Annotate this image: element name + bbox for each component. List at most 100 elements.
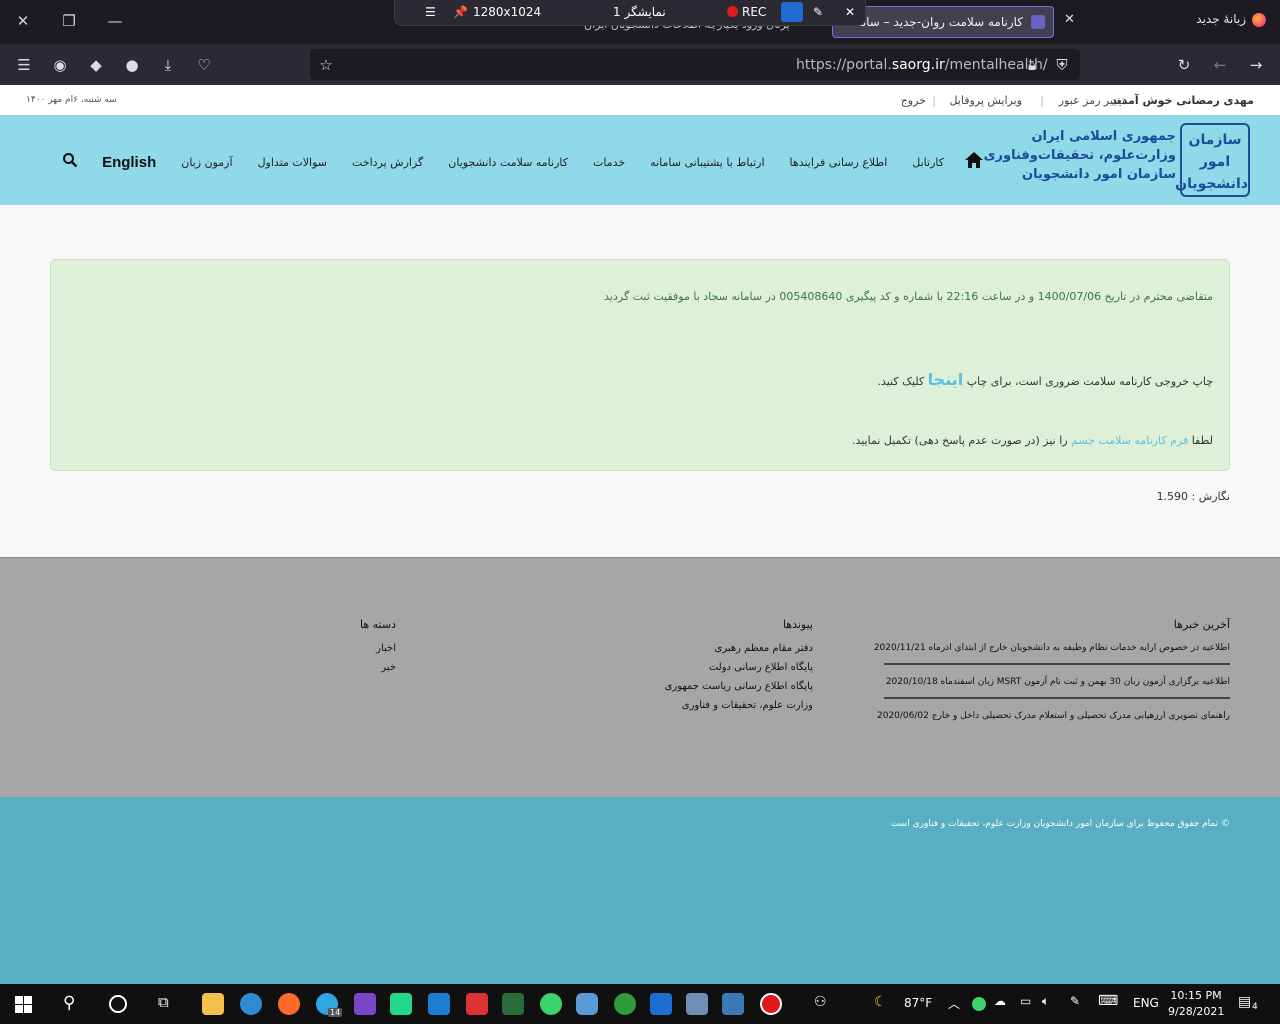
notifications-icon[interactable]: ▤ <box>1238 994 1251 1010</box>
chat-app-icon[interactable] <box>576 993 598 1015</box>
language-indicator[interactable]: ENG <box>1133 996 1159 1010</box>
menu-item-services[interactable]: خدمات <box>593 156 625 169</box>
reload-icon[interactable]: ↻ <box>1174 55 1194 75</box>
shield-app-icon[interactable] <box>650 993 672 1015</box>
menu-item-payment-report[interactable]: گزارش پرداخت <box>352 156 423 169</box>
search-taskbar-icon[interactable]: ⚲ <box>63 993 75 1013</box>
minimize-window-icon[interactable]: — <box>104 10 126 32</box>
categories-column: دسته ها اخبار خبر <box>360 618 396 681</box>
new-tab-title: زبانهٔ جدید <box>1196 12 1246 26</box>
category-link[interactable]: خبر <box>360 662 396 673</box>
app-menu-icon[interactable]: ☰ <box>14 55 34 75</box>
record-icon <box>727 6 738 17</box>
bookmark-star-icon[interactable]: ☆ <box>316 55 336 75</box>
user-bar: مهدی رمضانی خوش آمدید تغییر رمز عبور | و… <box>0 85 1280 115</box>
extension-globe-icon[interactable]: ◆ <box>86 55 106 75</box>
menu-item-language-exam[interactable]: آزمون زبان <box>181 156 232 169</box>
menu-icon[interactable]: ☰ <box>425 5 436 19</box>
tab-favicon-icon <box>1031 15 1045 29</box>
forward-icon: ← <box>1213 56 1227 74</box>
close-window-icon[interactable]: ✕ <box>12 10 34 32</box>
footer-link[interactable]: وزارت علوم، تحقیقات و فناوری <box>665 700 813 711</box>
pen-workspace-icon[interactable]: ✎ <box>1070 994 1080 1008</box>
search-icon[interactable] <box>62 152 78 168</box>
active-tab-title: کارنامه سلامت روان-جدید – سامانه <box>846 15 1023 29</box>
menu-item-kartabl[interactable]: کارتابل <box>912 156 944 169</box>
logo-line-1: جمهوری اسلامی ایران <box>1031 129 1176 144</box>
weather-icon[interactable]: ☾ <box>874 994 887 1010</box>
edge-icon[interactable] <box>240 993 262 1015</box>
green-app-icon[interactable] <box>540 993 562 1015</box>
pocket-icon[interactable]: ♡ <box>194 55 214 75</box>
windows-start-icon[interactable] <box>15 996 32 1013</box>
tray-chevron-icon[interactable]: ︿ <box>948 995 960 1012</box>
physical-health-message: لطفا فرم کارنامه سلامت جسم را نیز (در صو… <box>851 434 1213 447</box>
address-bar[interactable]: ☆ https://portal.saorg.ir/mentalhealth/ … <box>310 49 1080 80</box>
recorder-display[interactable]: نمایشگر 1 <box>613 5 666 19</box>
remote-app-icon[interactable] <box>686 993 708 1015</box>
new-tab[interactable]: زبانهٔ جدید <box>1196 12 1266 27</box>
extension-icon[interactable]: ◉ <box>50 55 70 75</box>
change-password-link[interactable]: تغییر رمز عبور <box>1059 94 1125 107</box>
camera-icon[interactable] <box>781 2 803 22</box>
record-button[interactable]: REC <box>727 5 766 19</box>
onedrive-icon[interactable]: ☁ <box>994 994 1006 1008</box>
lock-icon[interactable]: 🔒︎ <box>1022 55 1042 75</box>
browser-navbar: ☰ ◉ ◆ ● ⤓ ♡ ☆ https://portal.saorg.ir/me… <box>0 44 1280 85</box>
download-icon[interactable]: ⤓ <box>158 55 178 75</box>
logo-line-3: سازمان امور دانشجویان <box>1022 167 1176 182</box>
task-view-icon[interactable]: ⧉ <box>158 993 169 1011</box>
people-icon[interactable]: ⚇ <box>814 994 827 1010</box>
logout-link[interactable]: خروج <box>901 94 926 107</box>
logo-icon[interactable]: سازمان امور دانشجویان <box>1175 123 1250 197</box>
firefox-taskbar-icon[interactable] <box>278 993 300 1015</box>
site-header: سازمان امور دانشجویان جمهوری اسلامی ایرا… <box>0 115 1280 205</box>
main-menu: کارتابل اطلاع رسانی فرایندها ارتباط با پ… <box>62 152 984 172</box>
url-text: https://portal.saorg.ir/mentalhealth/ <box>796 57 1048 73</box>
news-item[interactable]: اطلاعیه در خصوص ارایه خدمات نظام وظیفه ب… <box>874 643 1230 665</box>
print-here-link[interactable]: اینجا <box>928 370 964 389</box>
footer-link[interactable]: پایگاه اطلاع رسانی دولت <box>665 662 813 673</box>
account-avatar-icon[interactable]: ● <box>122 55 142 75</box>
keyboard-icon[interactable]: ⌨ <box>1098 993 1118 1009</box>
copyright-text: © تمام حقوق محفوظ برای سازمان امور دانشج… <box>890 819 1230 829</box>
pen-icon[interactable]: ✎ <box>813 5 823 19</box>
category-link[interactable]: اخبار <box>360 643 396 654</box>
registration-message: متقاضی محترم در تاریخ 1400/07/06 و در سا… <box>604 290 1213 303</box>
visual-studio-icon[interactable] <box>354 993 376 1015</box>
tray-app-icon[interactable] <box>972 997 986 1011</box>
home-icon[interactable] <box>964 150 984 174</box>
cortana-icon[interactable] <box>109 995 127 1013</box>
edit-profile-link[interactable]: ویرایش پروفایل <box>949 94 1022 107</box>
git-app-icon[interactable] <box>466 993 488 1015</box>
clock[interactable]: 10:15 PM 9/28/2021 <box>1168 988 1224 1020</box>
recorder-app-icon[interactable] <box>760 993 782 1015</box>
close-recorder-icon[interactable]: ✕ <box>845 5 855 19</box>
network-icon[interactable]: ▭ <box>1020 994 1031 1008</box>
logo-line-2: وزارت‌علوم، تحقیقات‌وفناوری <box>983 148 1176 163</box>
back-icon[interactable]: → <box>1246 55 1266 75</box>
english-link[interactable]: English <box>102 154 156 171</box>
tracking-shield-icon[interactable]: ⛨ <box>1052 55 1072 75</box>
file-explorer-icon[interactable] <box>202 993 224 1015</box>
menu-item-process-info[interactable]: اطلاع رسانی فرایندها <box>790 156 888 169</box>
footer-link[interactable]: پایگاه اطلاع رسانی ریاست جمهوری <box>665 681 813 692</box>
temperature-text[interactable]: 87°F <box>904 996 932 1010</box>
physical-health-form-link[interactable]: فرم کارنامه سلامت جسم <box>1071 434 1188 447</box>
volume-icon[interactable]: 🔈︎ <box>1042 994 1049 1009</box>
terminal-app-icon[interactable] <box>502 993 524 1015</box>
vscode-icon[interactable] <box>428 993 450 1015</box>
restore-window-icon[interactable]: ❐ <box>58 10 80 32</box>
menu-item-health-report[interactable]: کارنامه سلامت دانشجویان <box>448 156 568 169</box>
media-app-icon[interactable] <box>722 993 744 1015</box>
close-tab-icon[interactable]: ✕ <box>1064 12 1075 27</box>
menu-item-support[interactable]: ارتباط با پشتیبانی سامانه <box>650 156 764 169</box>
date-text: سه شنبه، ۶ام مهر ۱۴۰۰ <box>26 95 117 105</box>
footer-link[interactable]: دفتر مقام معظم رهبری <box>665 643 813 654</box>
menu-item-faq[interactable]: سوالات متداول <box>258 156 327 169</box>
news-item[interactable]: راهنمای تصویری ارزهیابی مدرک تحصیلی و اس… <box>877 711 1230 731</box>
pycharm-icon[interactable] <box>390 993 412 1015</box>
globe-app-icon[interactable] <box>614 993 636 1015</box>
news-item[interactable]: اطلاعیه برگزاری آزمون زبان 30 بهمن و ثبت… <box>884 677 1230 699</box>
pin-icon[interactable]: 📌 <box>453 5 468 19</box>
